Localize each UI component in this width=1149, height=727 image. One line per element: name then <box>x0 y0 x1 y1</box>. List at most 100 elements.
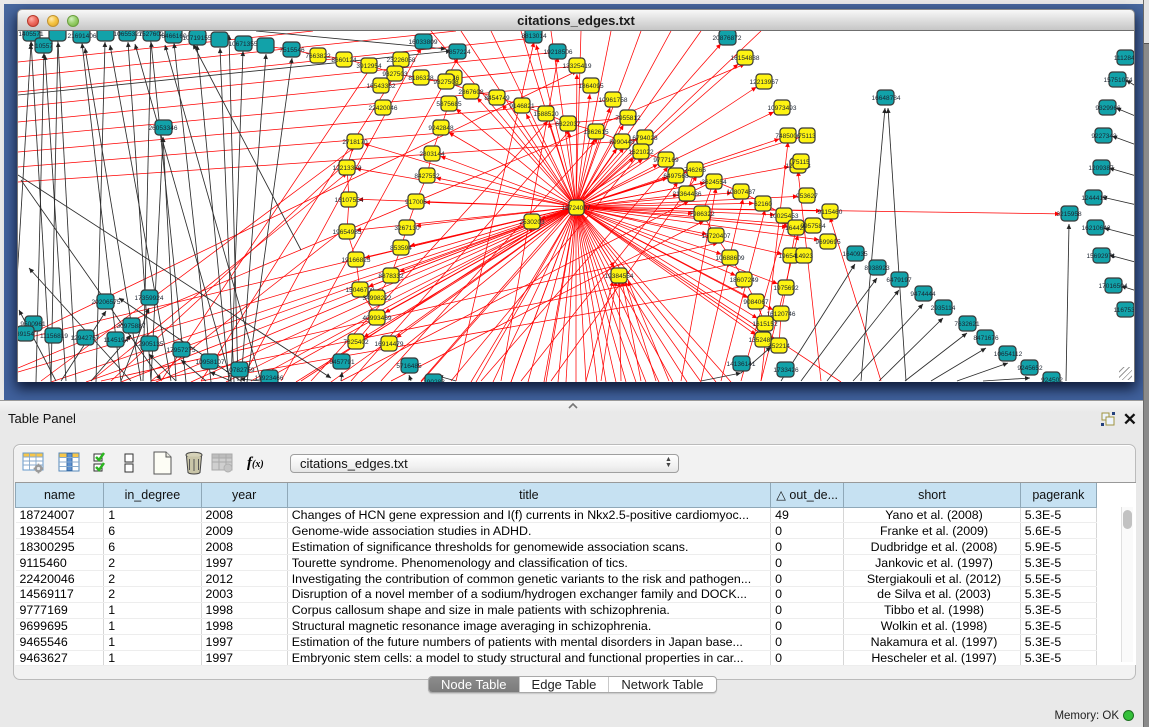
svg-text:6497568: 6497568 <box>663 173 689 180</box>
svg-text:16154838: 16154838 <box>731 55 760 62</box>
svg-text:16543362: 16543362 <box>367 83 396 90</box>
svg-text:12213369: 12213369 <box>333 165 362 172</box>
svg-text:9474444: 9474444 <box>910 291 936 298</box>
svg-text:16914479: 16914479 <box>375 341 404 348</box>
svg-text:9699695: 9699695 <box>815 239 841 246</box>
svg-text:9084067: 9084067 <box>743 299 769 306</box>
svg-text:10557: 10557 <box>35 43 53 50</box>
svg-text:21364436: 21364436 <box>673 191 702 198</box>
svg-text:8660124: 8660124 <box>331 57 357 64</box>
svg-text:15720407: 15720407 <box>702 233 731 240</box>
svg-text:1145194: 1145194 <box>104 337 129 344</box>
svg-text:19384554: 19384554 <box>605 273 634 280</box>
svg-text:6794028: 6794028 <box>632 135 658 142</box>
svg-text:7632621: 7632621 <box>954 321 980 328</box>
svg-text:10025453: 10025453 <box>770 213 799 220</box>
svg-text:252214: 252214 <box>768 343 790 350</box>
svg-text:1864095: 1864095 <box>578 83 604 90</box>
svg-text:10782759: 10782759 <box>226 367 255 374</box>
svg-text:3267130: 3267130 <box>394 225 420 232</box>
svg-text:1621022: 1621022 <box>628 149 654 156</box>
svg-text:30975887: 30975887 <box>117 323 146 330</box>
svg-text:11156819: 11156819 <box>40 333 68 340</box>
svg-text:17016504: 17016504 <box>1099 283 1128 290</box>
svg-text:924502: 924502 <box>1041 377 1063 382</box>
svg-text:7825402: 7825402 <box>343 339 369 346</box>
svg-text:14923: 14923 <box>795 253 813 260</box>
svg-text:19654985: 19654985 <box>333 229 362 236</box>
svg-text:10973493: 10973493 <box>768 105 797 112</box>
svg-text:2867608: 2867608 <box>458 89 484 96</box>
svg-text:7515546: 7515546 <box>279 47 305 54</box>
svg-text:12213967: 12213967 <box>750 79 779 86</box>
svg-text:1209387: 1209387 <box>1088 165 1114 172</box>
svg-text:1527602: 1527602 <box>138 31 164 38</box>
svg-text:1244415: 1244415 <box>1081 195 1107 202</box>
svg-text:12905135: 12905135 <box>135 341 164 348</box>
svg-text:10688609: 10688609 <box>716 255 745 262</box>
svg-text:10958107: 10958107 <box>196 359 225 366</box>
svg-text:9327503: 9327503 <box>382 71 408 78</box>
svg-text:7955812: 7955812 <box>615 115 641 122</box>
svg-text:9115460: 9115460 <box>818 209 843 216</box>
svg-text:62160: 62160 <box>754 201 772 208</box>
svg-text:7986322: 7986322 <box>689 211 715 218</box>
svg-text:16210643: 16210643 <box>1082 225 1111 232</box>
svg-text:1362615: 1362615 <box>583 129 609 136</box>
svg-text:3215958: 3215958 <box>1056 211 1082 218</box>
svg-text:75113: 75113 <box>798 133 816 140</box>
svg-text:39154: 39154 <box>18 331 34 338</box>
svg-text:18724007: 18724007 <box>562 205 591 212</box>
svg-text:12923466: 12923466 <box>255 375 284 382</box>
svg-text:9777169: 9777169 <box>653 157 679 164</box>
svg-text:9957584: 9957584 <box>800 223 826 230</box>
svg-text:6322037: 6322037 <box>555 121 581 128</box>
svg-text:12942757: 12942757 <box>71 335 100 342</box>
svg-text:16107554: 16107554 <box>335 197 364 204</box>
svg-text:1588520: 1588520 <box>533 111 559 118</box>
svg-text:8427552: 8427552 <box>414 173 440 180</box>
svg-text:19166825: 19166825 <box>342 257 371 264</box>
svg-text:3912954: 3912954 <box>356 63 382 70</box>
svg-text:917006: 917006 <box>405 199 427 206</box>
svg-text:10719155: 10719155 <box>183 35 212 42</box>
svg-text:9242848: 9242848 <box>428 125 454 132</box>
svg-text:8454749: 8454749 <box>484 95 510 102</box>
svg-text:7663822: 7663822 <box>305 53 331 60</box>
svg-text:5875685: 5875685 <box>436 101 462 108</box>
svg-text:190283: 190283 <box>423 379 445 382</box>
svg-text:1615152: 1615152 <box>752 321 778 328</box>
svg-text:1733426: 1733426 <box>773 367 799 374</box>
svg-text:8813014: 8813014 <box>521 33 547 40</box>
svg-text:10671355: 10671355 <box>229 41 258 48</box>
svg-text:20206575: 20206575 <box>92 299 121 306</box>
svg-text:10961758: 10961758 <box>599 97 628 104</box>
svg-text:9146821: 9146821 <box>509 103 535 110</box>
svg-text:10807487: 10807487 <box>727 189 756 196</box>
svg-text:17359924: 17359924 <box>135 295 164 302</box>
svg-text:19218506: 19218506 <box>544 49 573 56</box>
svg-text:9457791: 9457791 <box>329 359 355 366</box>
svg-text:8938923: 8938923 <box>864 265 890 272</box>
svg-text:8471676: 8471676 <box>973 335 999 342</box>
svg-text:7857224: 7857224 <box>445 49 471 56</box>
svg-text:1975692: 1975692 <box>773 285 799 292</box>
svg-text:1112843: 1112843 <box>1114 55 1135 62</box>
svg-text:2530203: 2530203 <box>519 219 545 226</box>
svg-text:1167537: 1167537 <box>1114 307 1135 314</box>
svg-text:16033809: 16033809 <box>409 39 438 46</box>
svg-text:853594: 853594 <box>390 245 412 252</box>
svg-text:8990448: 8990448 <box>609 139 635 146</box>
svg-text:23226058: 23226058 <box>387 57 416 64</box>
svg-text:953627: 953627 <box>796 193 818 200</box>
svg-text:9329966: 9329966 <box>1095 105 1121 112</box>
svg-text:2803144: 2803144 <box>419 151 445 158</box>
svg-text:18607249: 18607249 <box>730 277 759 284</box>
svg-text:5716485: 5716485 <box>396 363 422 370</box>
svg-text:22420046: 22420046 <box>369 105 398 112</box>
svg-text:21691406: 21691406 <box>68 33 97 40</box>
svg-text:1405571: 1405571 <box>18 31 44 38</box>
svg-text:6479197: 6479197 <box>886 277 912 284</box>
svg-text:15751074: 15751074 <box>1104 77 1133 84</box>
svg-text:2935114: 2935114 <box>931 305 956 312</box>
